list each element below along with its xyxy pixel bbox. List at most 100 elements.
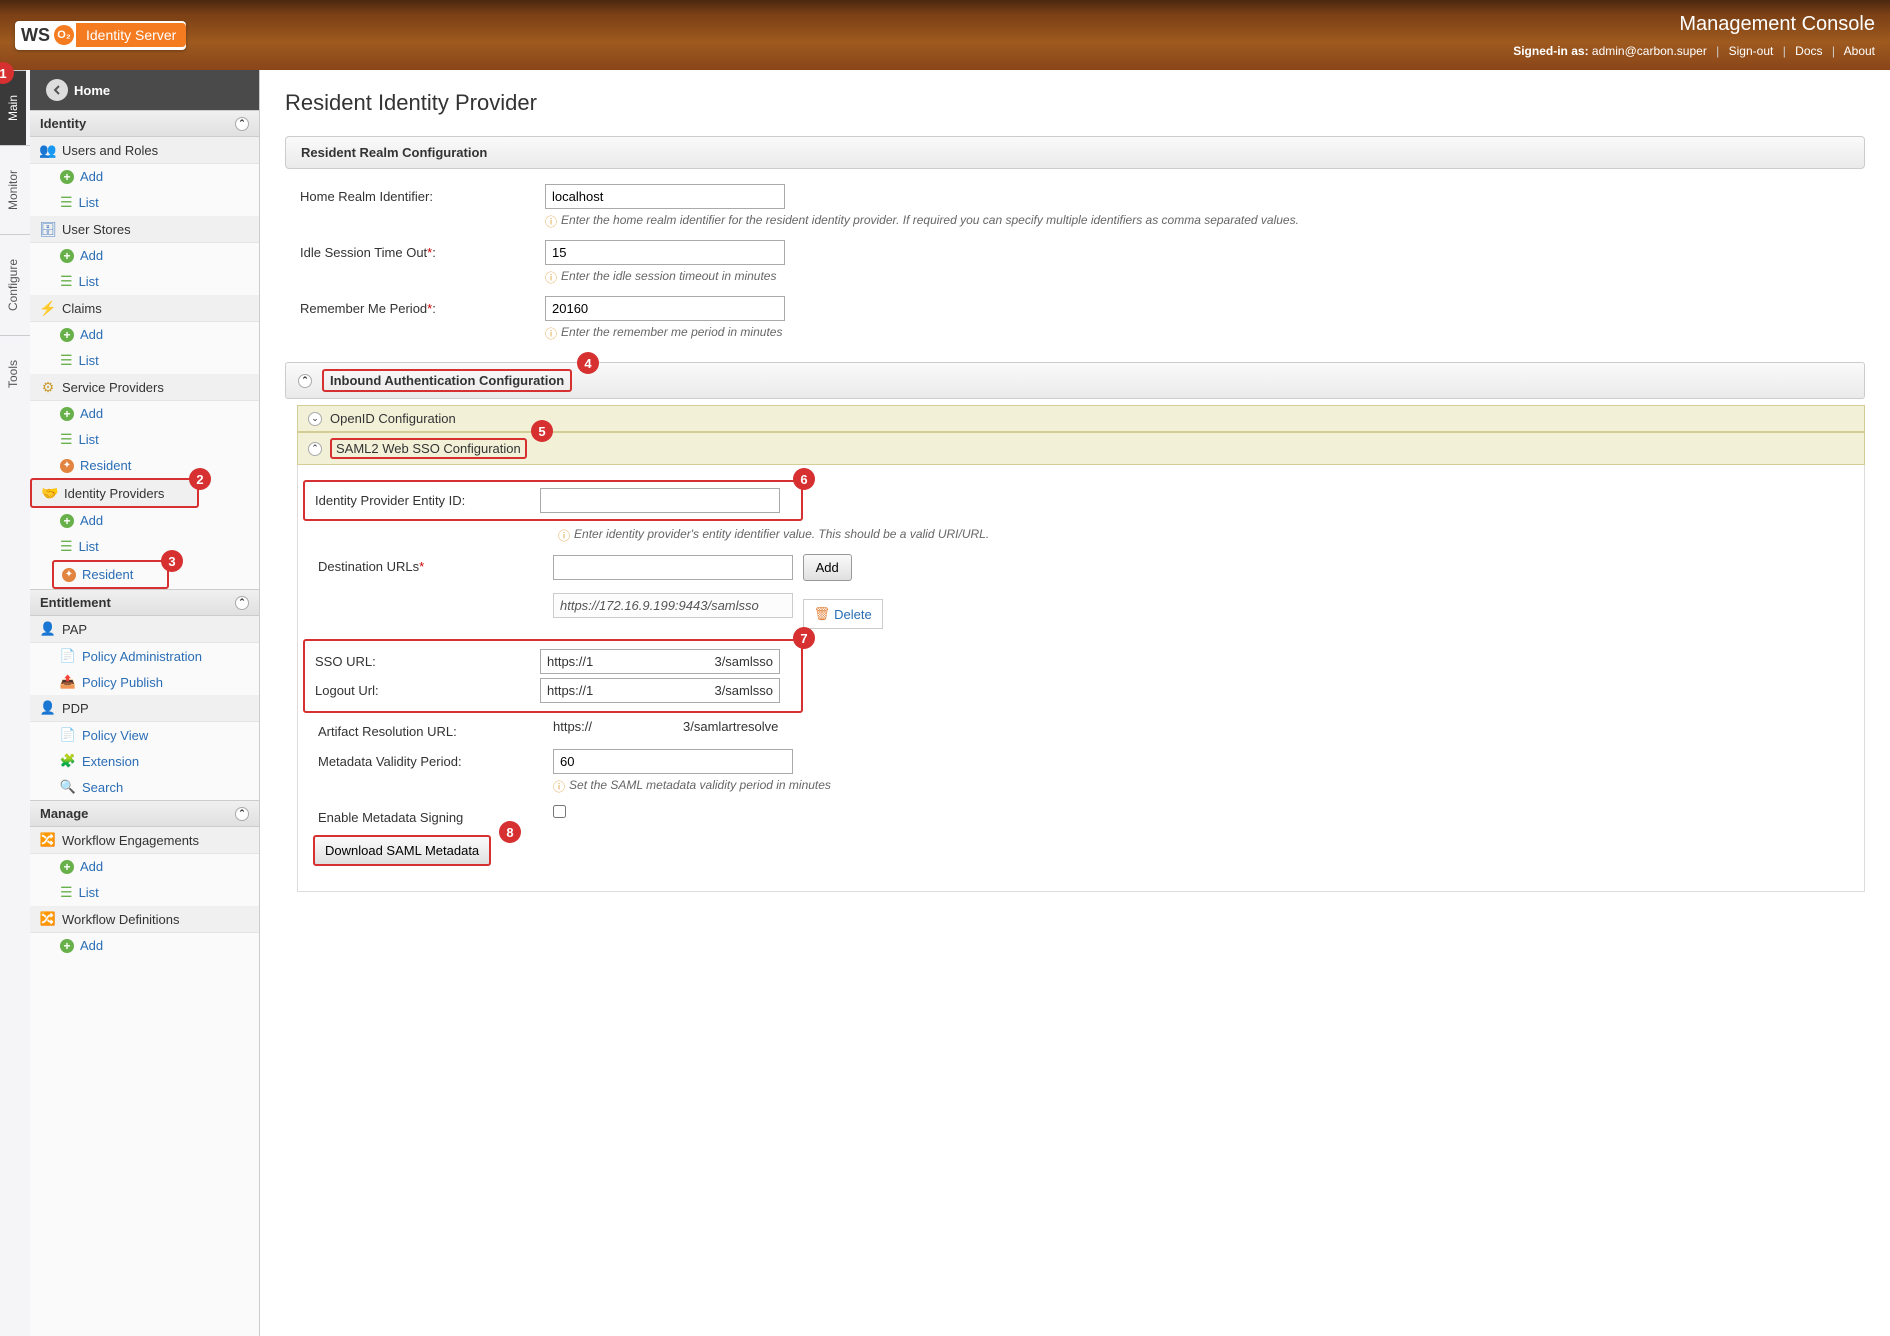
logo-product: Identity Server (76, 23, 186, 47)
logout-url-label: Logout Url: (315, 678, 525, 698)
people-icon: 👥 (40, 142, 56, 158)
nav-user-stores[interactable]: 🗄User Stores (30, 216, 259, 243)
main-content: Resident Identity Provider Resident Real… (260, 70, 1890, 1336)
list-icon: ☰ (60, 352, 73, 369)
section-identity[interactable]: Identity ⌃ (30, 110, 259, 137)
info-icon: ⓘ (545, 213, 557, 230)
download-saml-button[interactable]: Download SAML Metadata (313, 835, 491, 866)
claim-icon: ⚡ (40, 300, 56, 316)
nav-search[interactable]: 🔍Search (30, 774, 259, 800)
header-bar: WS O₂ Identity Server Management Console… (0, 0, 1890, 70)
nav-stores-list[interactable]: ☰List (30, 268, 259, 295)
nav-wf-eng-add[interactable]: +Add (30, 854, 259, 879)
plus-icon: + (60, 939, 74, 953)
plus-icon: + (60, 860, 74, 874)
nav-claims-list[interactable]: ☰List (30, 347, 259, 374)
nav-users-add[interactable]: +Add (30, 164, 259, 189)
logo-ws-text: WS (17, 23, 52, 48)
database-icon: 🗄 (40, 221, 56, 237)
nav-idp-resident[interactable]: ✦Resident (52, 560, 169, 589)
idle-input[interactable] (545, 240, 785, 265)
nav-pap[interactable]: 👤PAP (30, 616, 259, 643)
plus-icon: + (60, 170, 74, 184)
nav-claims[interactable]: ⚡Claims (30, 295, 259, 322)
nav-pdp[interactable]: 👤PDP (30, 695, 259, 722)
metadata-validity-input[interactable] (553, 749, 793, 774)
signout-link[interactable]: Sign-out (1729, 44, 1774, 58)
nav-wf-eng[interactable]: 🔀Workflow Engagements (30, 827, 259, 854)
page-title: Resident Identity Provider (285, 90, 1865, 116)
nav-sp-add[interactable]: +Add (30, 401, 259, 426)
callout-8: 8 (499, 821, 521, 843)
nav-users-roles[interactable]: 👥Users and Roles (30, 137, 259, 164)
vtab-configure[interactable]: Configure (0, 234, 30, 335)
inbound-auth-header[interactable]: ⌃ Inbound Authentication Configuration (285, 362, 1865, 399)
callout-3: 3 (161, 550, 183, 572)
list-icon: ☰ (60, 538, 73, 555)
section-entitlement[interactable]: Entitlement ⌃ (30, 589, 259, 616)
nav-idp-list[interactable]: ☰List (30, 533, 259, 560)
nav-policy-admin[interactable]: 📄Policy Administration (30, 643, 259, 669)
section-manage[interactable]: Manage ⌃ (30, 800, 259, 827)
about-link[interactable]: About (1844, 44, 1875, 58)
entity-id-input[interactable] (540, 488, 780, 513)
nav-users-list[interactable]: ☰List (30, 189, 259, 216)
add-url-button[interactable]: Add (803, 554, 852, 581)
back-button[interactable] (46, 79, 68, 101)
callout-7: 7 (793, 627, 815, 649)
nav-idp-add[interactable]: +Add (30, 508, 259, 533)
breadcrumb: Home (30, 70, 259, 110)
logo: WS O₂ Identity Server (15, 21, 186, 50)
search-icon: 🔍 (60, 779, 76, 795)
user-icon: 👤 (40, 621, 56, 637)
plus-icon: + (60, 514, 74, 528)
nav-claims-add[interactable]: +Add (30, 322, 259, 347)
sidebar: Home Identity ⌃ 👥Users and Roles +Add ☰L… (30, 70, 260, 1336)
dest-url-value: https://172.16.9.199:9443/samlsso (553, 593, 793, 618)
breadcrumb-home[interactable]: Home (74, 83, 110, 98)
remember-label: Remember Me Period*: (300, 296, 530, 316)
handshake-icon: 🤝 (42, 485, 58, 501)
vtab-monitor[interactable]: Monitor (0, 145, 30, 234)
nav-policy-publish[interactable]: 📤Policy Publish (30, 669, 259, 695)
sp-icon: ⚙ (40, 379, 56, 395)
metadata-validity-label: Metadata Validity Period: (318, 749, 538, 769)
chevron-up-icon: ⌃ (235, 596, 249, 610)
nav-wf-eng-list[interactable]: ☰List (30, 879, 259, 906)
shield-icon: ✦ (62, 568, 76, 582)
nav-stores-add[interactable]: +Add (30, 243, 259, 268)
callout-5: 5 (531, 420, 553, 442)
nav-wf-def-add[interactable]: +Add (30, 933, 259, 958)
nav-idp[interactable]: 🤝Identity Providers (30, 478, 199, 508)
nav-wf-def[interactable]: 🔀Workflow Definitions (30, 906, 259, 933)
plus-icon: + (60, 328, 74, 342)
logo-o2-text: O₂ (54, 25, 74, 45)
nav-sp-resident[interactable]: ✦Resident (30, 453, 259, 478)
vertical-tabs: Main 1 Monitor Configure Tools (0, 70, 30, 1336)
home-realm-input[interactable] (545, 184, 785, 209)
enable-signing-checkbox[interactable] (553, 805, 566, 818)
nav-policy-view[interactable]: 📄Policy View (30, 722, 259, 748)
delete-url-button[interactable]: 🗑Delete (803, 599, 883, 629)
nav-sp-list[interactable]: ☰List (30, 426, 259, 453)
vtab-tools[interactable]: Tools (0, 335, 30, 412)
workflow-icon: 🔀 (40, 911, 56, 927)
callout-2: 2 (189, 468, 211, 490)
dest-url-input[interactable] (553, 555, 793, 580)
info-icon: ⓘ (558, 527, 570, 544)
console-title: Management Console (1513, 13, 1875, 36)
signed-in-user: admin@carbon.super (1592, 44, 1707, 58)
nav-sp[interactable]: ⚙Service Providers (30, 374, 259, 401)
extension-icon: 🧩 (60, 753, 76, 769)
callout-6: 6 (793, 468, 815, 490)
header-user-row: Signed-in as: admin@carbon.super | Sign-… (1513, 44, 1875, 58)
nav-extension[interactable]: 🧩Extension (30, 748, 259, 774)
remember-input[interactable] (545, 296, 785, 321)
chevron-up-icon: ⌃ (298, 374, 312, 388)
list-icon: ☰ (60, 431, 73, 448)
signed-in-label: Signed-in as: (1513, 44, 1588, 58)
entity-id-label: Identity Provider Entity ID: (315, 488, 525, 508)
info-icon: ⓘ (545, 269, 557, 286)
list-icon: ☰ (60, 194, 73, 211)
docs-link[interactable]: Docs (1795, 44, 1822, 58)
